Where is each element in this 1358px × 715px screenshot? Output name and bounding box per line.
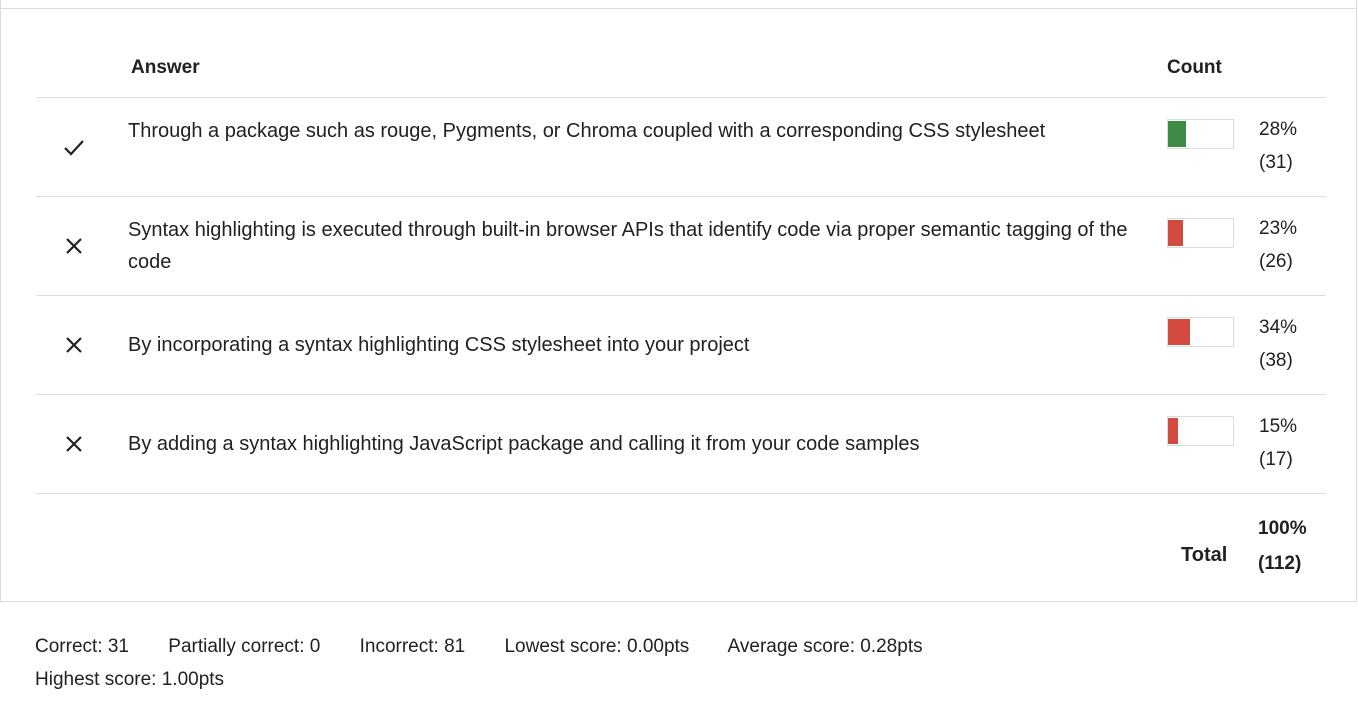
check-icon bbox=[61, 134, 87, 160]
response-count: (38) bbox=[1259, 350, 1293, 371]
answer-text: Syntax highlighting is executed through … bbox=[128, 219, 1128, 273]
total-count: (112) bbox=[1258, 553, 1302, 574]
table-row: By adding a syntax highlighting JavaScri… bbox=[36, 395, 1326, 494]
response-stats: 34% (38) bbox=[1259, 311, 1297, 377]
lowest-score: Lowest score: 0.00pts bbox=[504, 636, 690, 657]
table-row: By incorporating a syntax highlighting C… bbox=[36, 296, 1326, 395]
response-stats: 15% (17) bbox=[1259, 410, 1297, 476]
total-label: Total bbox=[1181, 544, 1228, 566]
response-percent: 23% bbox=[1259, 218, 1298, 239]
response-percent: 28% bbox=[1259, 119, 1298, 140]
response-percent: 34% bbox=[1259, 317, 1298, 338]
response-bar-fill bbox=[1168, 319, 1190, 345]
highest-score: Highest score: 1.00pts bbox=[35, 669, 225, 690]
total-stats: 100% (112) bbox=[1258, 511, 1307, 581]
answer-table: Answer Count Through a package such as r… bbox=[36, 40, 1326, 594]
response-count: (31) bbox=[1259, 152, 1293, 173]
answer-text: Through a package such as rouge, Pygment… bbox=[128, 120, 1046, 142]
partially-correct-count: Partially correct: 0 bbox=[168, 636, 321, 657]
response-count: (26) bbox=[1259, 251, 1293, 272]
response-stats: 23% (26) bbox=[1259, 212, 1297, 278]
response-bar bbox=[1167, 317, 1234, 347]
response-bar-fill bbox=[1168, 121, 1186, 147]
count-column-header: Count bbox=[1167, 57, 1222, 78]
score-summary: Correct: 31 Partially correct: 0 Incorre… bbox=[35, 630, 1135, 696]
total-percent: 100% bbox=[1258, 518, 1307, 539]
response-bar bbox=[1167, 119, 1234, 149]
table-row: Through a package such as rouge, Pygment… bbox=[36, 98, 1326, 197]
response-bar-fill bbox=[1168, 418, 1178, 444]
response-count: (17) bbox=[1259, 449, 1293, 470]
response-bar bbox=[1167, 218, 1234, 248]
incorrect-count: Incorrect: 81 bbox=[359, 636, 466, 657]
correct-count: Correct: 31 bbox=[35, 636, 129, 657]
close-icon bbox=[61, 332, 87, 358]
response-stats: 28% (31) bbox=[1259, 113, 1297, 179]
answer-column-header: Answer bbox=[131, 57, 200, 78]
close-icon bbox=[61, 431, 87, 457]
results-panel: Answer Count Through a package such as r… bbox=[0, 0, 1357, 602]
answer-text: By adding a syntax highlighting JavaScri… bbox=[128, 433, 920, 455]
response-percent: 15% bbox=[1259, 416, 1298, 437]
response-bar-fill bbox=[1168, 220, 1183, 246]
close-icon bbox=[61, 233, 87, 259]
response-bar bbox=[1167, 416, 1234, 446]
average-score: Average score: 0.28pts bbox=[727, 636, 923, 657]
table-header: Answer Count bbox=[36, 40, 1326, 98]
top-divider bbox=[1, 8, 1356, 9]
table-row: Syntax highlighting is executed through … bbox=[36, 197, 1326, 296]
answer-text: By incorporating a syntax highlighting C… bbox=[128, 334, 750, 356]
total-row: Total 100% (112) bbox=[36, 494, 1326, 594]
